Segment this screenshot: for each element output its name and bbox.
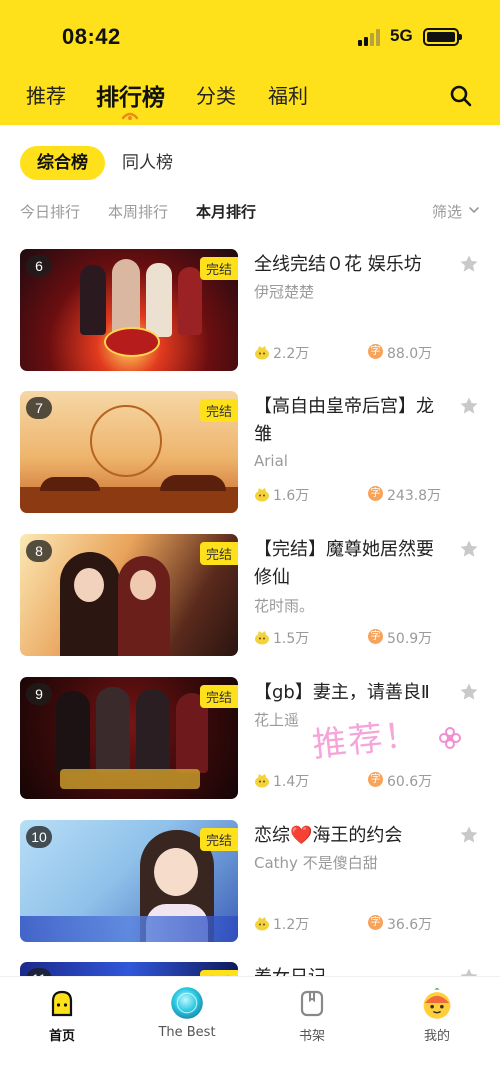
book-author: Arial xyxy=(254,452,288,470)
book-cover[interactable]: 10 完结 xyxy=(20,820,238,942)
completed-badge: 完结 xyxy=(199,257,238,280)
book-cover[interactable]: 9 完结 xyxy=(20,677,238,799)
tab-welfare[interactable]: 福利 xyxy=(268,80,308,109)
period-today[interactable]: 今日排行 xyxy=(20,201,80,222)
book-list-item[interactable]: 6 完结 全线完结０花 娱乐坊 伊冠楚楚 2.2万 字 88.0万 xyxy=(0,249,500,379)
fans-icon xyxy=(255,774,269,788)
rank-badge: 10 xyxy=(26,826,52,848)
top-nav: 推荐 排行榜 分类 福利 xyxy=(0,80,500,116)
book-list-item[interactable]: 7 完结 【高自由皇帝后宫】龙雏 Arial 1.6万 字 243.8万 xyxy=(0,391,500,521)
completed-badge: 完结 xyxy=(199,399,238,422)
fans-icon xyxy=(255,917,269,931)
fans-icon xyxy=(255,346,269,360)
book-author: Cathy 不是傻白甜 xyxy=(254,854,378,872)
tab-recommend[interactable]: 推荐 xyxy=(26,80,66,109)
best-orb-icon[interactable] xyxy=(170,986,204,1020)
tab-ranking[interactable]: 排行榜 xyxy=(96,78,165,112)
book-title[interactable]: 恋综❤️海王的约会 xyxy=(254,822,444,850)
tab-home-label: 首页 xyxy=(48,1029,75,1044)
star-icon[interactable] xyxy=(459,396,479,416)
tab-the-best-label: The Best xyxy=(158,1025,216,1040)
completed-badge: 完结 xyxy=(199,685,238,708)
book-author: 花上遥 xyxy=(254,711,300,729)
book-title[interactable]: 【完结】魔尊她居然要修仙 xyxy=(254,536,444,592)
filter-button[interactable]: 筛选 xyxy=(432,201,462,222)
active-tab-indicator-icon xyxy=(122,112,138,120)
word-count-icon: 字 xyxy=(368,629,383,644)
fans-count: 1.5万 xyxy=(273,631,310,647)
battery-icon xyxy=(423,28,462,46)
star-icon[interactable] xyxy=(459,682,479,702)
tab-profile-label: 我的 xyxy=(423,1029,450,1044)
fans-count: 1.4万 xyxy=(273,774,310,790)
fans-count: 1.6万 xyxy=(273,488,310,504)
book-title[interactable]: 【gb】妻主，请善良Ⅱ xyxy=(254,679,444,707)
word-count-icon: 字 xyxy=(368,486,383,501)
word-count-icon: 字 xyxy=(368,772,383,787)
word-count: 60.6万 xyxy=(387,774,433,790)
book-cover[interactable]: 8 完结 xyxy=(20,534,238,656)
flower-icon xyxy=(439,727,461,749)
word-count-icon: 字 xyxy=(368,915,383,930)
book-title[interactable]: 【高自由皇帝后宫】龙雏 xyxy=(254,393,444,449)
chevron-down-icon[interactable] xyxy=(468,204,480,216)
book-author: 花时雨。 xyxy=(254,597,315,615)
app-header: 08:42 5G 推荐 排行榜 分类 福利 xyxy=(0,0,500,125)
tab-category[interactable]: 分类 xyxy=(196,80,236,109)
completed-badge: 完结 xyxy=(199,828,238,851)
book-cover[interactable]: 6 完结 xyxy=(20,249,238,371)
search-icon[interactable] xyxy=(449,84,473,108)
fans-count: 2.2万 xyxy=(273,346,310,362)
star-icon[interactable] xyxy=(459,539,479,559)
book-author: 伊冠楚楚 xyxy=(254,283,315,301)
bottom-tab-bar: 首页 The Best 书架 我的 xyxy=(0,976,500,1067)
network-label: 5G xyxy=(390,26,413,45)
rank-badge: 9 xyxy=(26,683,52,705)
word-count: 88.0万 xyxy=(387,346,433,362)
fans-icon xyxy=(255,488,269,502)
star-icon[interactable] xyxy=(459,254,479,274)
book-title[interactable]: 全线完结０花 娱乐坊 xyxy=(254,251,444,279)
word-count: 36.6万 xyxy=(387,917,433,933)
book-list-item[interactable]: 10 完结 恋综❤️海王的约会 Cathy 不是傻白甜 1.2万 字 36.6万 xyxy=(0,820,500,950)
rank-badge: 7 xyxy=(26,397,52,419)
star-icon[interactable] xyxy=(459,825,479,845)
book-list-item[interactable]: 8 完结 【完结】魔尊她居然要修仙 花时雨。 1.5万 字 50.9万 xyxy=(0,534,500,664)
tab-bookshelf-label: 书架 xyxy=(298,1029,325,1044)
bookshelf-icon[interactable] xyxy=(298,989,326,1017)
book-cover[interactable]: 7 完结 xyxy=(20,391,238,513)
word-count: 50.9万 xyxy=(387,631,433,647)
status-time: 08:42 xyxy=(62,24,121,49)
period-week[interactable]: 本周排行 xyxy=(108,201,168,222)
word-count-icon: 字 xyxy=(368,344,383,359)
period-month[interactable]: 本月排行 xyxy=(196,201,256,222)
word-count: 243.8万 xyxy=(387,488,442,504)
rank-badge: 6 xyxy=(26,255,52,277)
rank-badge: 8 xyxy=(26,540,52,562)
completed-badge: 完结 xyxy=(199,542,238,565)
fans-count: 1.2万 xyxy=(273,917,310,933)
book-list-item[interactable]: 9 完结 【gb】妻主，请善良Ⅱ 花上遥 1.4万 字 60.6万 xyxy=(0,677,500,807)
rank-type-fan[interactable]: 同人榜 xyxy=(105,146,190,180)
home-icon[interactable] xyxy=(48,989,76,1017)
profile-avatar-icon[interactable] xyxy=(420,986,454,1020)
fans-icon xyxy=(255,631,269,645)
signal-icon xyxy=(358,28,384,46)
rank-type-overall[interactable]: 综合榜 xyxy=(20,146,105,180)
